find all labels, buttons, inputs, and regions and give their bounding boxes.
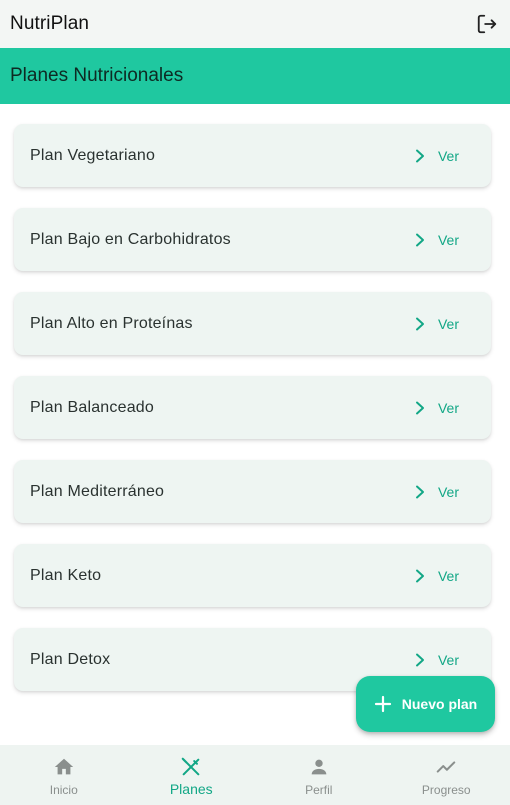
view-plan-button[interactable]: Ver <box>412 316 459 332</box>
nav-item-perfil[interactable]: Perfil <box>255 745 383 805</box>
plan-name: Plan Keto <box>30 566 102 584</box>
bottom-navigation: Inicio Planes Perfil Progreso <box>0 745 510 805</box>
view-plan-label: Ver <box>437 651 459 668</box>
nav-label: Perfil <box>305 782 333 797</box>
plan-card-vegetariano[interactable]: Plan Vegetariano Ver <box>14 124 491 187</box>
new-plan-label: Nuevo plan <box>401 696 478 712</box>
chevron-right-icon <box>415 149 424 162</box>
app-title: NutriPlan <box>10 13 90 34</box>
plan-card-balanceado[interactable]: Plan Balanceado Ver <box>14 376 491 439</box>
chevron-right-icon <box>415 401 424 414</box>
view-plan-button[interactable]: Ver <box>412 484 459 500</box>
nav-label: Planes <box>169 780 213 797</box>
nav-item-inicio[interactable]: Inicio <box>0 745 128 805</box>
logout-button[interactable] <box>474 11 500 37</box>
new-plan-button[interactable]: Nuevo plan <box>356 676 495 732</box>
plan-name: Plan Balanceado <box>30 398 154 416</box>
view-plan-button[interactable]: Ver <box>412 568 459 584</box>
plan-card-bajo-carbohidratos[interactable]: Plan Bajo en Carbohidratos Ver <box>14 208 491 271</box>
view-plan-label: Ver <box>437 483 459 500</box>
view-plan-label: Ver <box>437 315 459 332</box>
plan-card-keto[interactable]: Plan Keto Ver <box>14 544 491 607</box>
plan-list: Plan Vegetariano Ver Plan Bajo en Carboh… <box>14 124 491 712</box>
view-plan-label: Ver <box>437 567 459 584</box>
plan-name: Plan Alto en Proteínas <box>30 314 193 332</box>
plan-name: Plan Vegetariano <box>30 146 156 164</box>
view-plan-label: Ver <box>437 231 459 248</box>
nav-item-planes[interactable]: Planes <box>128 745 256 805</box>
view-plan-label: Ver <box>437 399 459 416</box>
home-icon <box>53 756 75 778</box>
plan-card-alto-proteinas[interactable]: Plan Alto en Proteínas Ver <box>14 292 491 355</box>
person-icon <box>308 756 330 778</box>
nav-item-progreso[interactable]: Progreso <box>383 745 510 805</box>
nav-label: Progreso <box>421 782 471 797</box>
chevron-right-icon <box>415 485 424 498</box>
plan-card-mediterraneo[interactable]: Plan Mediterráneo Ver <box>14 460 491 523</box>
page-title: Planes Nutricionales <box>10 65 184 86</box>
logout-icon <box>477 14 497 34</box>
view-plan-label: Ver <box>437 147 459 164</box>
chevron-right-icon <box>415 233 424 246</box>
chevron-right-icon <box>415 653 424 666</box>
view-plan-button[interactable]: Ver <box>412 148 459 164</box>
view-plan-button[interactable]: Ver <box>412 400 459 416</box>
view-plan-button[interactable]: Ver <box>412 652 459 668</box>
plan-name: Plan Mediterráneo <box>30 482 165 500</box>
chevron-right-icon <box>415 317 424 330</box>
view-plan-button[interactable]: Ver <box>412 232 459 248</box>
page-header: Planes Nutricionales <box>0 48 510 104</box>
plan-name: Plan Detox <box>30 650 111 668</box>
plan-name: Plan Bajo en Carbohidratos <box>30 230 231 248</box>
app-bar: NutriPlan <box>0 0 510 48</box>
utensils-icon <box>180 756 202 778</box>
trending-up-icon <box>435 756 457 778</box>
chevron-right-icon <box>415 569 424 582</box>
plus-icon <box>374 695 391 713</box>
nav-label: Inicio <box>49 782 78 797</box>
